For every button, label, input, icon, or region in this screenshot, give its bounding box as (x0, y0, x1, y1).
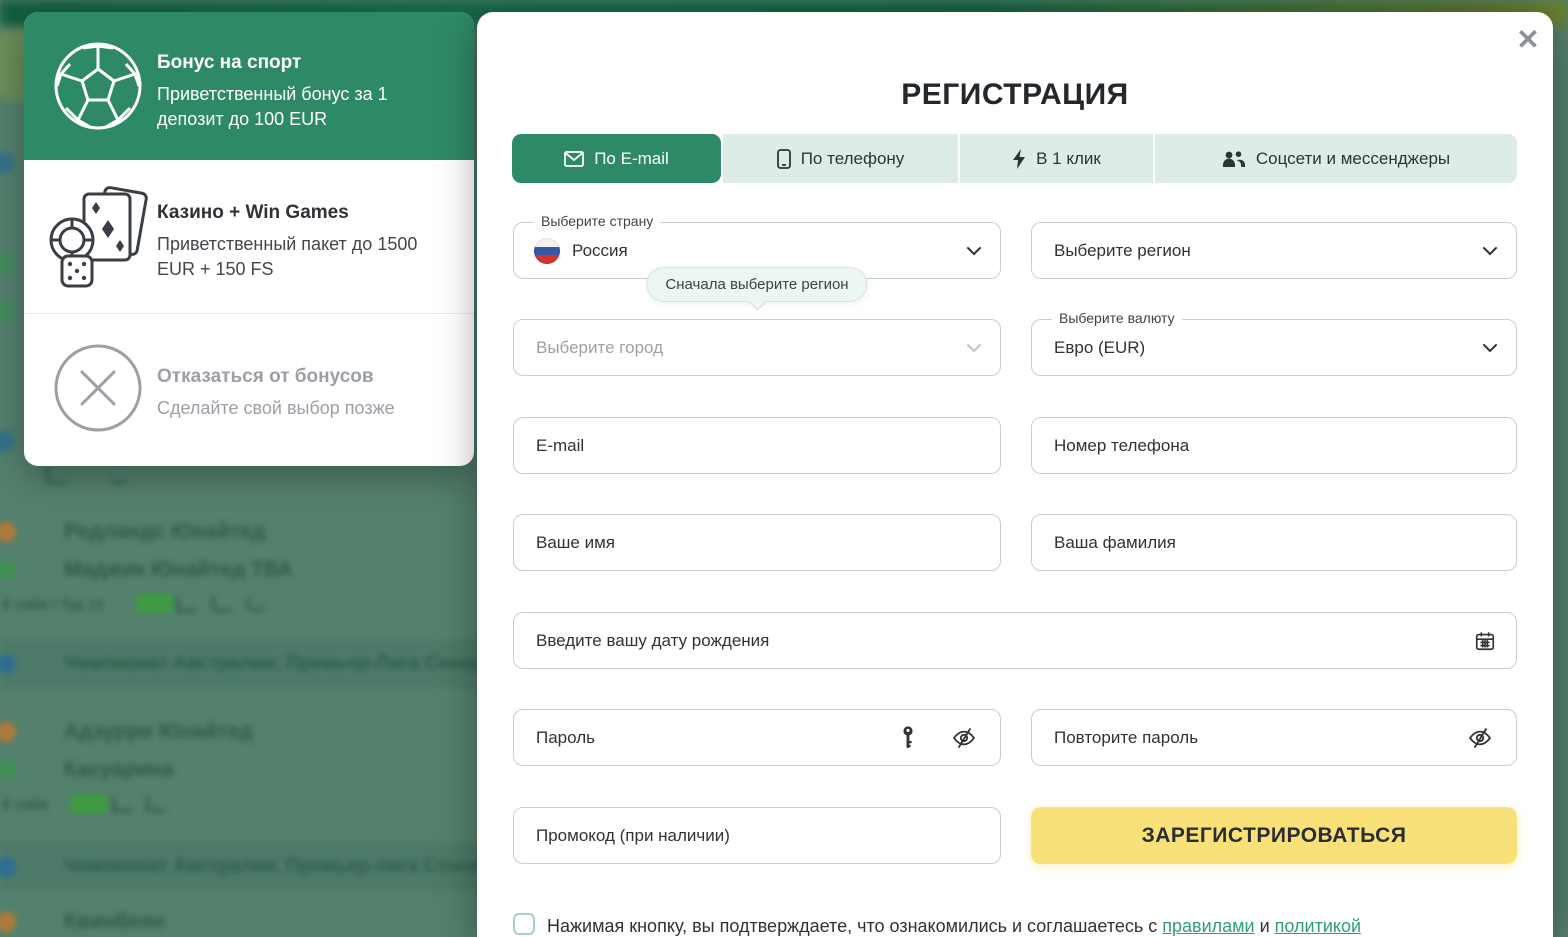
bonus-option-description: Приветственный бонус за 1 депозит до 100… (157, 82, 447, 132)
chevron-down-icon (1482, 246, 1498, 256)
eye-slash-icon[interactable] (1468, 727, 1492, 749)
bonus-option-description: Приветственный пакет до 1500 EUR + 150 F… (157, 232, 447, 282)
tab-label: В 1 клик (1036, 149, 1101, 169)
city-tooltip: Сначала выберите регион (646, 267, 867, 302)
register-button[interactable]: ЗАРЕГИСТРИРОВАТЬСЯ (1031, 807, 1517, 864)
bonus-option-decline[interactable]: Отказаться от бонусов Сделайте свой выбо… (24, 313, 474, 466)
rules-link[interactable]: правилами (1162, 916, 1254, 936)
tab-label: По E-mail (594, 149, 669, 169)
registration-tabs: По E-mail По телефону В 1 клик (512, 134, 1517, 183)
stats-icon (146, 796, 166, 812)
password-repeat-field-wrap (1031, 709, 1517, 766)
birthdate-field-wrap (513, 612, 1517, 669)
team-logo (0, 912, 16, 932)
policy-link[interactable]: политикой (1275, 916, 1361, 936)
bar-chart-icon (112, 796, 132, 812)
live-badge (70, 794, 108, 813)
team-logo (0, 560, 16, 580)
star-icon (246, 596, 266, 612)
decline-icon (52, 342, 144, 434)
live-badge (136, 594, 174, 613)
city-placeholder: Выберите город (536, 338, 663, 358)
country-label: Выберите страну (534, 213, 660, 229)
password-repeat-input[interactable] (1054, 710, 1458, 765)
background-sport-icon (0, 430, 14, 452)
bar-chart-icon (176, 596, 196, 612)
email-icon (564, 151, 584, 167)
currency-label: Выберите валюту (1052, 310, 1182, 326)
region-select[interactable]: Выберите регион (1031, 222, 1517, 279)
calendar-icon[interactable] (1474, 630, 1496, 652)
agreement-text-before: Нажимая кнопку, вы подтверждаете, что оз… (547, 916, 1162, 936)
region-placeholder: Выберите регион (1054, 241, 1191, 261)
bg-match-meta: й тайм / Тур 13 (2, 596, 103, 612)
casino-icon (48, 184, 148, 288)
chevron-down-icon (1482, 343, 1498, 353)
star-icon (108, 468, 128, 484)
city-select[interactable]: Выберите город (513, 319, 1001, 376)
bg-league-name: Чемпионат Австралии. Премьер-лига Столич… (64, 856, 504, 878)
promo-field-wrap (513, 807, 1001, 864)
bonus-option-sport[interactable]: Бонус на спорт Приветственный бонус за 1… (24, 12, 474, 160)
close-icon[interactable]: ✕ (1513, 25, 1543, 55)
chevron-down-icon (966, 246, 982, 256)
bg-team-name: Маджик Юнайтед ТВА (64, 558, 293, 582)
team-logo (0, 760, 16, 780)
russia-flag-icon (534, 238, 560, 264)
lightning-icon (1012, 149, 1026, 169)
tab-label: По телефону (801, 149, 905, 169)
stats-icon (212, 596, 232, 612)
password-field-wrap (513, 709, 1001, 766)
birthdate-input[interactable] (536, 613, 1478, 668)
team-logo (0, 722, 16, 742)
phone-field-wrap (1031, 417, 1517, 474)
page: Редландс Юнайтед Маджик Юнайтед ТВА й та… (0, 0, 1568, 937)
bonus-selector-panel: Бонус на спорт Приветственный бонус за 1… (24, 12, 474, 466)
bg-team-name: Редландс Юнайтед (64, 520, 265, 544)
agreement-checkbox[interactable] (513, 913, 535, 935)
people-icon (1222, 150, 1246, 168)
phone-input[interactable] (1054, 418, 1478, 473)
bonus-option-title: Бонус на спорт (157, 52, 301, 74)
eye-slash-icon[interactable] (952, 727, 976, 749)
password-input[interactable] (536, 710, 892, 765)
bonus-option-casino[interactable]: Казино + Win Games Приветственный пакет … (24, 160, 474, 313)
bg-team-name: Касуарина (64, 758, 174, 782)
first-name-input[interactable] (536, 515, 962, 570)
tab-social[interactable]: Соцсети и мессенджеры (1155, 134, 1517, 183)
background-sport-icon (0, 252, 14, 274)
country-value: Россия (572, 241, 628, 261)
tab-email[interactable]: По E-mail (512, 134, 721, 183)
tab-one-click[interactable]: В 1 клик (960, 134, 1153, 183)
currency-value: Евро (EUR) (1054, 338, 1145, 358)
email-input[interactable] (536, 418, 962, 473)
phone-icon (777, 149, 791, 169)
chevron-down-icon (966, 343, 982, 353)
agreement-text: Нажимая кнопку, вы подтверждаете, что оз… (547, 914, 1522, 937)
currency-select[interactable]: Выберите валюту Евро (EUR) (1031, 319, 1517, 376)
bonus-option-title: Казино + Win Games (157, 202, 349, 224)
last-name-input[interactable] (1054, 515, 1478, 570)
bg-match-meta: й тайм (2, 796, 48, 812)
tab-label: Соцсети и мессенджеры (1256, 149, 1450, 169)
modal-title: РЕГИСТРАЦИЯ (477, 78, 1553, 112)
background-sport-icon (0, 300, 14, 322)
background-sport-icon (0, 152, 14, 174)
bg-league-name: Чемпионат Австралии. Премьер-Лига Северн (64, 653, 494, 675)
bg-team-name: Квинбеян (64, 910, 165, 934)
bonus-option-title: Отказаться от бонусов (157, 366, 374, 388)
tab-phone[interactable]: По телефону (723, 134, 958, 183)
bonus-option-description: Сделайте свой выбор позже (157, 396, 447, 421)
bg-team-name: Адзурри Юнайтед (64, 720, 253, 744)
registration-modal: ✕ РЕГИСТРАЦИЯ По E-mail По телефону В 1 … (477, 12, 1553, 937)
promo-input[interactable] (536, 808, 962, 863)
key-icon (902, 726, 914, 750)
football-icon (52, 40, 144, 132)
first-name-field-wrap (513, 514, 1001, 571)
last-name-field-wrap (1031, 514, 1517, 571)
bar-chart-icon (46, 468, 66, 484)
team-logo (0, 522, 16, 542)
email-field-wrap (513, 417, 1001, 474)
agreement-conjunction: и (1255, 916, 1275, 936)
